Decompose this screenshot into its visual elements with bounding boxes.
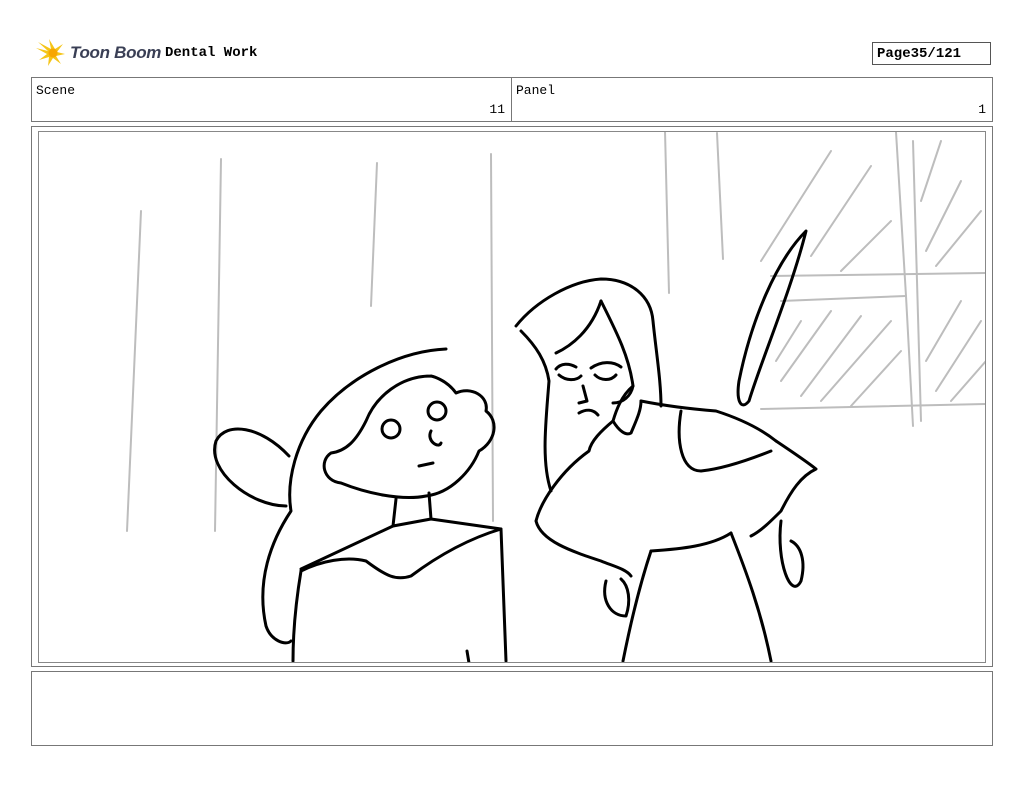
scene-number: 11 <box>489 102 505 117</box>
page-number: 35/121 <box>910 45 962 62</box>
panel-number: 1 <box>978 102 986 117</box>
logo-text: Toon Boom <box>70 43 162 62</box>
page-label: Page <box>877 45 911 62</box>
notes-box <box>31 671 993 746</box>
toon-boom-burst-icon <box>36 39 65 66</box>
scene-label: Scene <box>36 83 76 98</box>
page-indicator: Page 35/121 <box>872 42 991 65</box>
scene-panel-row: Scene 11 Panel 1 <box>31 77 993 122</box>
panel-label: Panel <box>516 83 556 98</box>
scene-cell: Scene 11 <box>32 78 512 121</box>
panel-drawing <box>38 131 986 663</box>
background-sketch <box>126 132 985 532</box>
storyboard-sketch <box>126 132 985 662</box>
panel-cell: Panel 1 <box>512 78 992 121</box>
toon-boom-logo: Toon Boom <box>34 38 161 68</box>
project-title: Dental Work <box>165 45 258 61</box>
girl-left-sketch <box>213 347 508 662</box>
girl-right-sketch <box>514 229 818 662</box>
